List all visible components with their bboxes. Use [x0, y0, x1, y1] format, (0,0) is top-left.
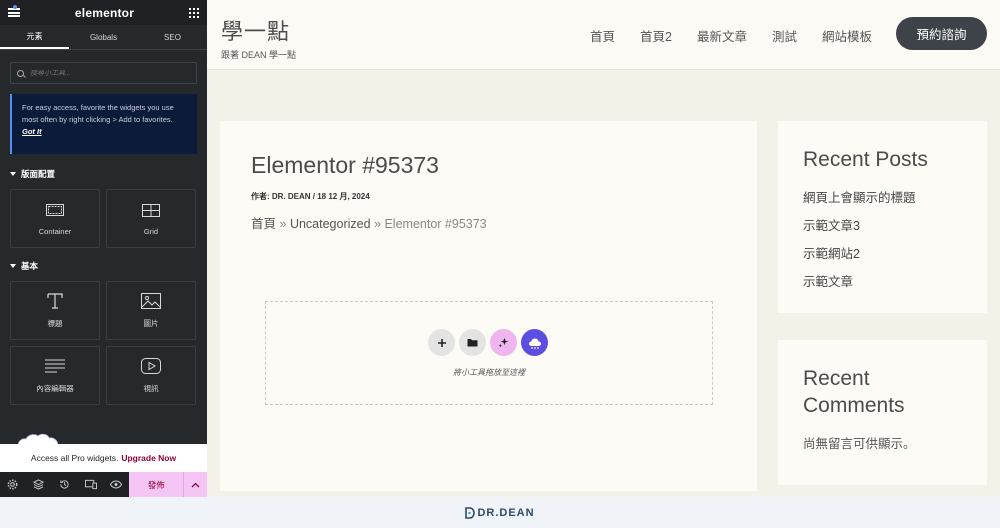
breadcrumb-separator: »: [279, 217, 287, 231]
caret-down-icon: [10, 172, 16, 176]
widget-drop-zone[interactable]: 將小工具拖放至這裡: [265, 301, 713, 405]
tab-elements[interactable]: 元素: [0, 25, 69, 49]
main-nav: 首頁 首頁2 最新文章 測試 網站模板: [590, 26, 897, 45]
dean-logo-icon: [465, 506, 476, 519]
pro-upgrade-bar: Access all Pro widgets. Upgrade Now: [0, 444, 207, 472]
drop-zone-actions: [428, 329, 548, 356]
tab-seo[interactable]: SEO: [138, 25, 207, 49]
nav-home[interactable]: 首頁: [590, 26, 615, 45]
widget-label: 內容編輯器: [36, 384, 74, 393]
widget-label: Grid: [143, 227, 159, 236]
history-icon[interactable]: [52, 472, 78, 497]
folder-icon: [467, 339, 478, 347]
section-layout-title: 版面配置: [21, 169, 56, 179]
upgrade-now-link[interactable]: Upgrade Now: [121, 453, 176, 463]
drop-zone-text: 將小工具拖放至這裡: [453, 368, 525, 377]
caret-down-icon: [10, 264, 16, 268]
text-editor-icon: [44, 357, 66, 375]
section-basic[interactable]: 基本: [0, 259, 207, 273]
add-template-button[interactable]: [459, 329, 486, 356]
editor-panel: elementor 元素 Globals SEO For easy access…: [0, 0, 207, 497]
widget-container[interactable]: Container: [10, 189, 100, 248]
section-layout[interactable]: 版面配置: [0, 167, 207, 181]
widget-label: 圖片: [143, 319, 159, 328]
recent-posts-title: Recent Posts: [803, 148, 928, 171]
image-icon: [140, 292, 162, 310]
add-section-button[interactable]: [428, 329, 455, 356]
pro-bar-text: Access all Pro widgets.: [30, 453, 119, 463]
panel-footer: 發佈: [0, 472, 207, 497]
notice-text: For easy access, favorite the widgets yo…: [22, 103, 174, 124]
breadcrumb-current: Elementor #95373: [384, 217, 487, 231]
nav-home2[interactable]: 首頁2: [640, 26, 672, 45]
nav-latest-posts[interactable]: 最新文章: [697, 26, 747, 45]
settings-gear-icon[interactable]: [0, 472, 26, 497]
widget-search-input[interactable]: [30, 69, 180, 77]
site-tagline: 跟著 DEAN 學一點: [221, 50, 297, 60]
recent-comments-widget: Recent Comments 尚無留言可供顯示。: [778, 340, 987, 485]
recent-post-link[interactable]: 示範網站2: [803, 243, 962, 271]
favorites-notice: For easy access, favorite the widgets yo…: [10, 94, 197, 154]
breadcrumb-home[interactable]: 首頁: [251, 217, 276, 231]
page-footer: DR.DEAN: [0, 497, 1000, 528]
chevron-up-icon[interactable]: [183, 472, 207, 497]
post-title: Elementor #95373: [251, 152, 439, 178]
widget-heading[interactable]: 標題: [10, 281, 100, 340]
widget-search[interactable]: [10, 62, 197, 84]
recent-posts-widget: Recent Posts 網頁上會顯示的標題 示範文章3 示範網站2 示範文章: [778, 121, 987, 313]
cloud-icon: [528, 338, 541, 349]
breadcrumb: 首頁 » Uncategorized » Elementor #95373: [251, 213, 487, 232]
book-consultation-button[interactable]: 預約諮詢: [896, 17, 987, 50]
recent-comments-title: Recent Comments: [803, 367, 905, 417]
widget-grid[interactable]: Grid: [106, 189, 196, 248]
heading-icon: [44, 292, 66, 310]
panel-tabs: 元素 Globals SEO: [0, 25, 207, 50]
got-it-link[interactable]: Got It: [22, 127, 42, 136]
post-meta: 作者: DR. DEAN / 18 12 月, 2024: [251, 192, 370, 201]
footer-logo: DR.DEAN: [465, 507, 534, 519]
breadcrumb-separator: »: [374, 217, 381, 231]
ai-build-button[interactable]: [490, 329, 517, 356]
section-basic-title: 基本: [21, 261, 39, 271]
nav-site-templates[interactable]: 網站模板: [822, 26, 872, 45]
post-card: Elementor #95373 作者: DR. DEAN / 18 12 月,…: [220, 121, 757, 491]
kit-library-button[interactable]: [521, 329, 548, 356]
layout-widgets: Container Grid: [0, 189, 207, 248]
sparkle-icon: [498, 337, 509, 348]
container-icon: [44, 201, 66, 219]
no-comments-text: 尚無留言可供顯示。: [803, 437, 916, 451]
tab-globals[interactable]: Globals: [69, 25, 138, 49]
site-title: 學一點: [221, 20, 291, 45]
elementor-logo: elementor: [74, 5, 135, 20]
site-brand[interactable]: 學一點 跟著 DEAN 學一點: [221, 14, 296, 61]
menu-icon[interactable]: [8, 5, 20, 17]
plus-icon: [437, 338, 446, 347]
recent-post-link[interactable]: 網頁上會顯示的標題: [803, 187, 962, 215]
panel-header: elementor: [0, 0, 207, 25]
breadcrumb-category[interactable]: Uncategorized: [290, 217, 371, 231]
recent-post-link[interactable]: 示範文章3: [803, 215, 962, 243]
widget-label: 標題: [47, 319, 63, 328]
widget-text-editor[interactable]: 內容編輯器: [10, 346, 100, 405]
widget-label: 視訊: [143, 384, 159, 393]
nav-test[interactable]: 測試: [772, 26, 797, 45]
video-icon: [140, 357, 162, 375]
grid-icon: [140, 201, 162, 219]
layers-icon[interactable]: [26, 472, 52, 497]
widget-video[interactable]: 視訊: [106, 346, 196, 405]
responsive-mode-icon[interactable]: [78, 472, 104, 497]
basic-widgets: 標題 圖片 內容編輯器 視訊: [0, 281, 207, 405]
publish-button[interactable]: 發佈: [129, 472, 184, 497]
site-header: 學一點 跟著 DEAN 學一點 首頁 首頁2 最新文章 測試 網站模板 預約諮詢: [207, 0, 1000, 70]
footer-brand-text: DR.DEAN: [477, 506, 535, 519]
recent-post-link[interactable]: 示範文章: [803, 271, 962, 299]
site-preview: 學一點 跟著 DEAN 學一點 首頁 首頁2 最新文章 測試 網站模板 預約諮詢…: [207, 0, 1000, 497]
widget-image[interactable]: 圖片: [106, 281, 196, 340]
widgets-grid-icon[interactable]: [189, 7, 199, 18]
search-icon: [17, 69, 24, 77]
recent-posts-list: 網頁上會顯示的標題 示範文章3 示範網站2 示範文章: [803, 187, 962, 299]
widget-label: Container: [38, 227, 72, 236]
preview-eye-icon[interactable]: [104, 472, 130, 497]
